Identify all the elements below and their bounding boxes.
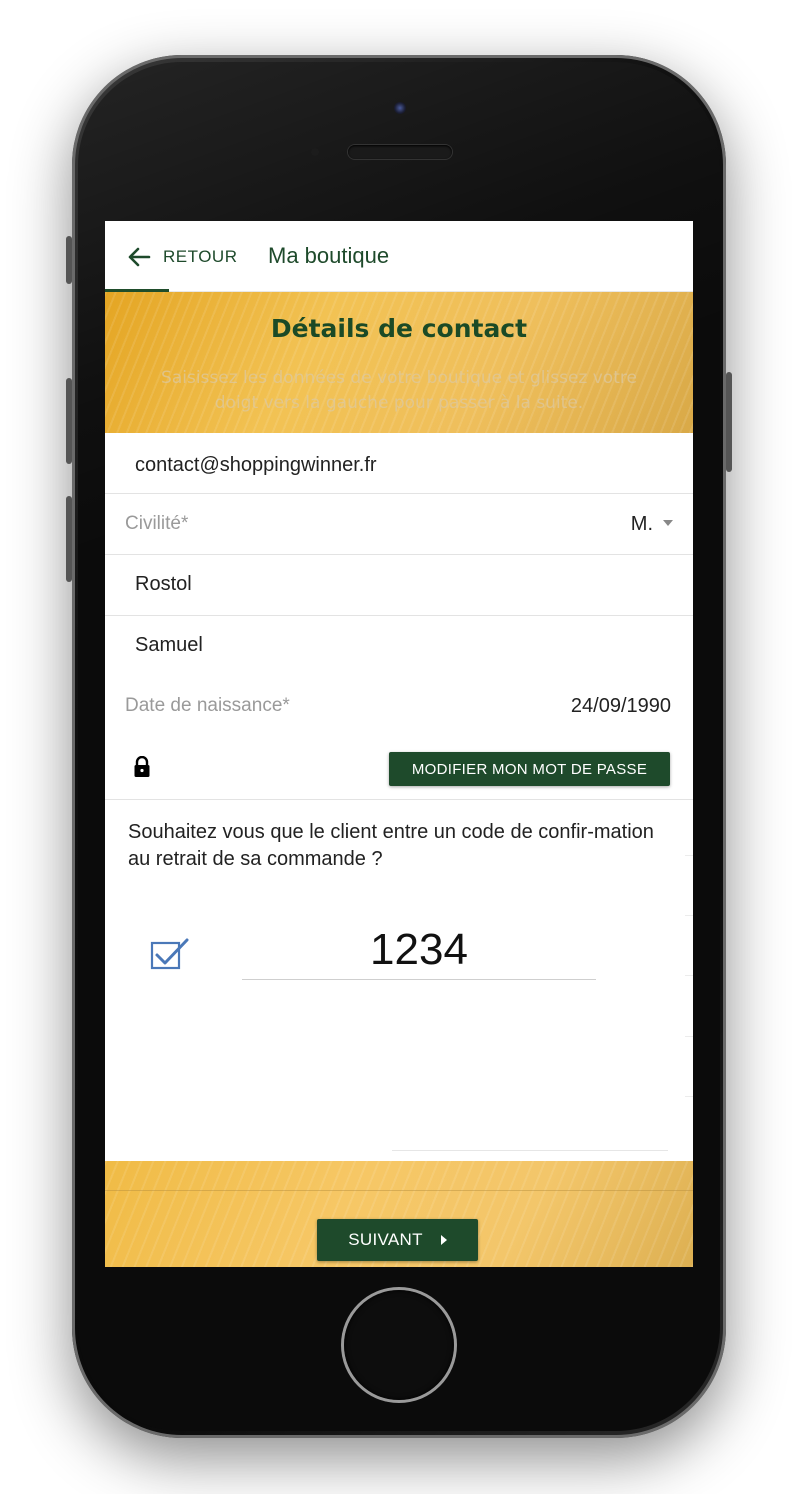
checkbox-checked-icon[interactable] — [150, 937, 190, 975]
front-camera — [394, 102, 406, 114]
next-label: SUIVANT — [348, 1230, 423, 1249]
back-button[interactable]: RETOUR — [127, 241, 237, 273]
civility-label: Civilité* — [125, 513, 189, 534]
footer-divider — [105, 1190, 693, 1191]
banner-subtitle-line2: doigt vers la gauche pour passer à la su… — [214, 393, 584, 413]
birthdate-value: 24/09/1990 — [570, 695, 671, 717]
email-field[interactable]: contact@shoppingwinner.fr — [105, 433, 693, 494]
back-label: RETOUR — [163, 247, 238, 266]
scroll-tick — [685, 855, 693, 856]
lock-icon — [133, 755, 151, 782]
volume-up-button — [66, 378, 72, 464]
banner-subtitle: Saisissez les données de votre boutique … — [105, 366, 693, 416]
first-name-value: Samuel — [135, 634, 203, 656]
power-button — [726, 372, 732, 472]
scroll-tick — [685, 975, 693, 976]
email-value: contact@shoppingwinner.fr — [135, 454, 377, 476]
confirmation-code-input[interactable] — [242, 921, 596, 980]
mute-switch — [66, 236, 72, 284]
footer-bar: SUIVANT — [105, 1161, 693, 1267]
page-title: Ma boutique — [268, 243, 390, 268]
banner-title: Détails de contact — [270, 314, 528, 343]
home-button[interactable] — [344, 1290, 454, 1400]
play-arrow-icon — [440, 1235, 447, 1245]
password-row: MODIFIER MON MOT DE PASSE — [105, 736, 693, 800]
contact-banner: Détails de contact Saisissez les données… — [105, 292, 693, 433]
scroll-tick — [685, 1036, 693, 1037]
arrow-left-icon — [127, 247, 151, 267]
proximity-sensor — [311, 148, 319, 156]
volume-down-button — [66, 496, 72, 582]
birthdate-label: Date de naissance* — [125, 695, 290, 716]
earpiece-speaker — [348, 145, 452, 159]
chevron-down-icon — [663, 520, 673, 526]
app-header: RETOUR Ma boutique — [105, 221, 693, 292]
confirmation-question: Souhaitez vous que le client entre un co… — [128, 821, 654, 870]
scroll-tick — [685, 1096, 693, 1097]
app-screen: RETOUR Ma boutique Détails de contact Sa… — [105, 221, 693, 1267]
last-name-value: Rostol — [135, 573, 192, 595]
last-name-field[interactable]: Rostol — [105, 555, 693, 616]
divider — [392, 1150, 668, 1151]
civility-select[interactable]: Civilité* M. — [105, 494, 693, 555]
scroll-tick — [685, 915, 693, 916]
civility-value: M. — [630, 513, 653, 535]
first-name-field[interactable]: Samuel — [105, 616, 693, 677]
birthdate-field[interactable]: Date de naissance* 24/09/1990 — [105, 676, 693, 737]
next-button[interactable]: SUIVANT — [317, 1219, 478, 1261]
banner-subtitle-line1: Saisissez les données de votre boutique … — [161, 368, 637, 388]
change-password-button[interactable]: MODIFIER MON MOT DE PASSE — [389, 752, 670, 786]
